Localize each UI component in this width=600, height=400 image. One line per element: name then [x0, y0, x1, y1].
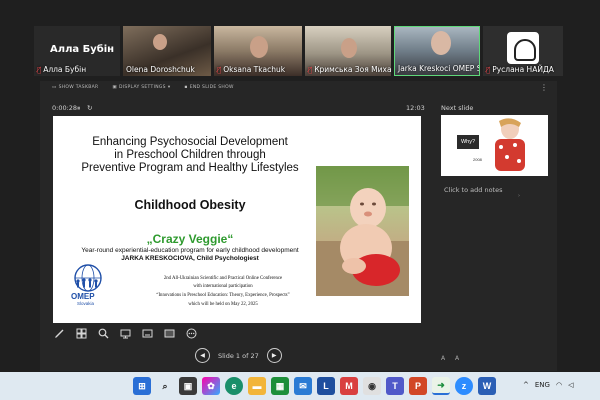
mcafee-icon[interactable]: M: [340, 377, 358, 395]
slide-title-line: in Preschool Children through: [114, 149, 266, 161]
monitor-icon: ▣: [112, 85, 117, 90]
subtitles-icon[interactable]: [141, 327, 153, 339]
show-taskbar-button[interactable]: ▭ SHOW TASKBAR: [52, 85, 98, 90]
mail-icon[interactable]: ✉: [294, 377, 312, 395]
task-view-icon[interactable]: ▣: [179, 377, 197, 395]
participant-tile-video[interactable]: 🎙̸Кримська Зоя Михай...: [305, 26, 391, 76]
participant-tile-active-speaker[interactable]: Jarka Kreskoci OMEP Slov...: [394, 26, 480, 76]
camera-app-icon[interactable]: ◉: [363, 377, 381, 395]
speaker-notes-input[interactable]: Click to add notes: [444, 186, 502, 194]
current-time: 12:03: [406, 104, 425, 112]
see-all-slides-icon[interactable]: [75, 327, 87, 339]
taskbar-apps: ⊞ ⌕ ▣ ✿ e ▬ ▦ ✉ L M ◉ T P ➜ z W: [133, 377, 496, 395]
participant-video: [250, 36, 268, 58]
mic-off-icon: 🎙̸: [486, 65, 491, 74]
meet-active-icon[interactable]: ➜: [432, 377, 450, 395]
windows-start-icon[interactable]: ⊞: [133, 377, 151, 395]
previous-slide-button[interactable]: ◀: [195, 348, 210, 363]
display-settings-button[interactable]: ▣ DISPLAY SETTINGS ▾: [112, 85, 170, 90]
store-icon[interactable]: ▦: [271, 377, 289, 395]
l-app-icon[interactable]: L: [317, 377, 335, 395]
black-screen-icon[interactable]: [163, 327, 175, 339]
slide-navigation: ◀ Slide 1 of 27 ▶: [195, 348, 282, 363]
presenter-toolbar: ▭ SHOW TASKBAR ▣ DISPLAY SETTINGS ▾ ▪ END SL…: [52, 85, 234, 90]
restart-timer-icon[interactable]: ↻: [87, 104, 92, 112]
author-line: JARKA KRESKOCIOVA, Child Psychologiest: [121, 255, 259, 262]
more-options-icon[interactable]: [185, 327, 197, 339]
program-description: Year-round experiential-education progra…: [81, 247, 299, 254]
word-icon[interactable]: W: [478, 377, 496, 395]
next-slide-preview[interactable]: Why? 2008: [441, 115, 548, 176]
next-slide-why-box: Why?: [457, 135, 479, 149]
participant-avatar: [507, 32, 539, 64]
participant-tile-speaker[interactable]: Алла Бубін 🎙̸ Алла Бубін: [34, 26, 120, 76]
conference-line: with international participation: [193, 284, 253, 289]
chevron-right-icon: ▶: [271, 352, 277, 359]
slide-subtitle: Childhood Obesity: [134, 198, 246, 212]
conference-line: “Innovations in Preschool Education: The…: [156, 293, 290, 298]
participant-video: [431, 31, 451, 55]
next-slide-label: Next slide: [441, 104, 474, 112]
next-slide-photo: [489, 117, 531, 175]
end-slide-show-button[interactable]: ▪ END SLIDE SHOW: [184, 85, 233, 90]
next-slide-year: 2008: [473, 157, 482, 162]
chevron-up-icon[interactable]: ^: [523, 381, 529, 389]
slide-title-line: Enhancing Psychosocial Development: [92, 136, 288, 148]
speaker-name: Алла Бубін: [50, 44, 115, 55]
conference-line: which will be held on May 22, 2025: [188, 302, 258, 307]
current-slide[interactable]: Enhancing Psychosocial Development in Pr…: [53, 116, 421, 323]
speaker-icon[interactable]: ◁: [568, 381, 573, 389]
zoom-icon[interactable]: [97, 327, 109, 339]
pen-icon[interactable]: [53, 327, 65, 339]
zoom-app-icon[interactable]: z: [455, 377, 473, 395]
program-name: „Crazy Veggie“: [146, 232, 234, 246]
participant-name: 🎙̸Кримська Зоя Михай...: [308, 65, 391, 74]
system-tray: ^ ENG ◠ ◁: [523, 381, 573, 389]
stop-icon: ▪: [184, 85, 188, 90]
chevron-right-icon: ›: [518, 193, 520, 199]
slide-counter[interactable]: Slide 1 of 27: [218, 352, 259, 360]
participant-name: Jarka Kreskoci OMEP Slov...: [398, 64, 479, 73]
mic-off-icon: 🎙̸: [217, 65, 222, 74]
participant-name: 🎙̸ Руслана НАЙДА: [486, 65, 554, 74]
pause-icon[interactable]: ⏸: [77, 104, 80, 113]
file-explorer-icon[interactable]: ▬: [248, 377, 266, 395]
taskbar-icon: ▭: [52, 85, 57, 90]
text-size-controls[interactable]: A A: [441, 355, 463, 362]
copilot-icon[interactable]: ✿: [202, 377, 220, 395]
chevron-down-icon: ▾: [167, 85, 171, 90]
wifi-icon[interactable]: ◠: [556, 381, 562, 389]
participant-tile-avatar[interactable]: 🎙̸ Руслана НАЙДА: [483, 26, 563, 76]
participant-name: Olena Doroshchuk: [126, 65, 195, 74]
participant-strip: Алла Бубін 🎙̸ Алла Бубін Olena Doroshchuk…: [34, 26, 566, 78]
next-slide-button[interactable]: ▶: [266, 348, 282, 363]
mic-off-icon: 🎙̸: [37, 65, 42, 74]
elapsed-timer: 0:00:28: [52, 104, 78, 112]
slide-tools: [53, 327, 197, 339]
presenter-view: ▭ SHOW TASKBAR ▣ DISPLAY SETTINGS ▾ ▪ END SL…: [40, 81, 557, 371]
participant-name: 🎙̸ Oksana Tkachuk: [217, 65, 286, 74]
more-options-icon[interactable]: ⋮: [540, 83, 548, 92]
participant-name: 🎙̸ Алла Бубін: [37, 65, 87, 74]
conference-line: 2nd All-Ukrainian Scientific and Practic…: [163, 276, 283, 281]
omep-logo-text: OMEP: [71, 292, 95, 301]
participant-tile-video[interactable]: 🎙̸ Oksana Tkachuk: [214, 26, 302, 76]
slide-title-line: Preventive Program and Healthy Lifestyle…: [81, 162, 299, 174]
edge-browser-icon[interactable]: e: [225, 377, 243, 395]
camera-toggle-icon[interactable]: [119, 327, 131, 339]
participant-video: [341, 38, 357, 58]
omep-logo-subtitle: Slovakia: [77, 301, 95, 306]
chevron-left-icon: ◀: [200, 352, 205, 359]
powerpoint-icon[interactable]: P: [409, 377, 427, 395]
baby-photo: [316, 166, 409, 296]
participant-tile-video[interactable]: Olena Doroshchuk: [123, 26, 211, 76]
search-icon[interactable]: ⌕: [156, 377, 174, 395]
teams-icon[interactable]: T: [386, 377, 404, 395]
windows-taskbar: ⊞ ⌕ ▣ ✿ e ▬ ▦ ✉ L M ◉ T P ➜ z W ^ ENG ◠ …: [0, 372, 600, 400]
participant-video: [153, 34, 167, 50]
mic-off-icon: 🎙̸: [308, 65, 313, 74]
language-indicator[interactable]: ENG: [535, 381, 550, 389]
